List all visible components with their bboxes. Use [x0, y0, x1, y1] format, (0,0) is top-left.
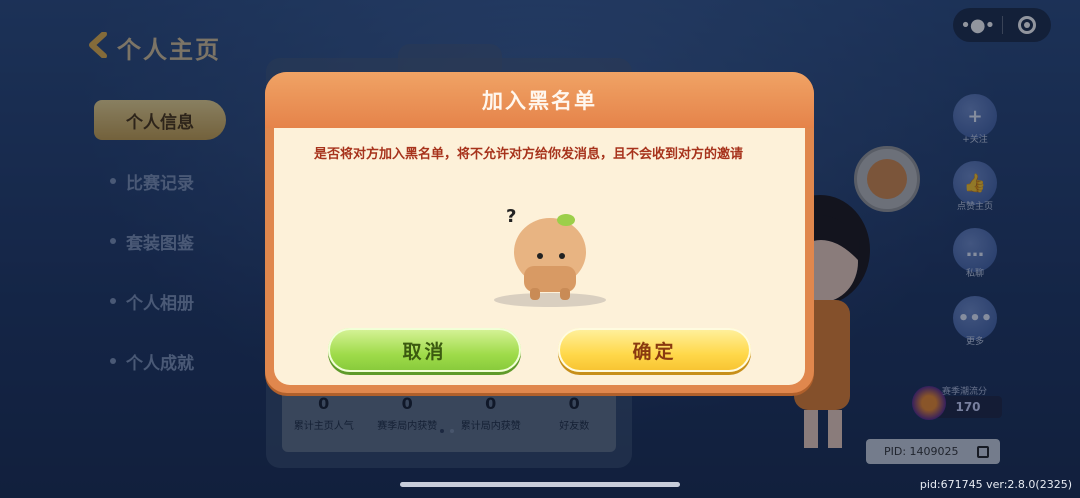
home-indicator [400, 482, 680, 487]
dialog-title: 加入黑名单 [482, 89, 597, 113]
dialog-message: 是否将对方加入黑名单，将不允许对方给你发消息，且不会收到对方的邀请 [314, 147, 744, 162]
blacklist-dialog: 加入黑名单 是否将对方加入黑名单，将不允许对方给你发消息，且不会收到对方的邀请 … [265, 72, 814, 393]
svg-text:?: ? [506, 206, 516, 227]
confused-mascot-icon: ? [494, 206, 606, 307]
confirm-button[interactable]: 确定 [558, 328, 751, 372]
version-text: pid:671745 ver:2.8.0(2325) [919, 478, 1072, 491]
dialog-header: 加入黑名单 [265, 72, 814, 128]
cancel-button[interactable]: 取消 [328, 328, 521, 372]
